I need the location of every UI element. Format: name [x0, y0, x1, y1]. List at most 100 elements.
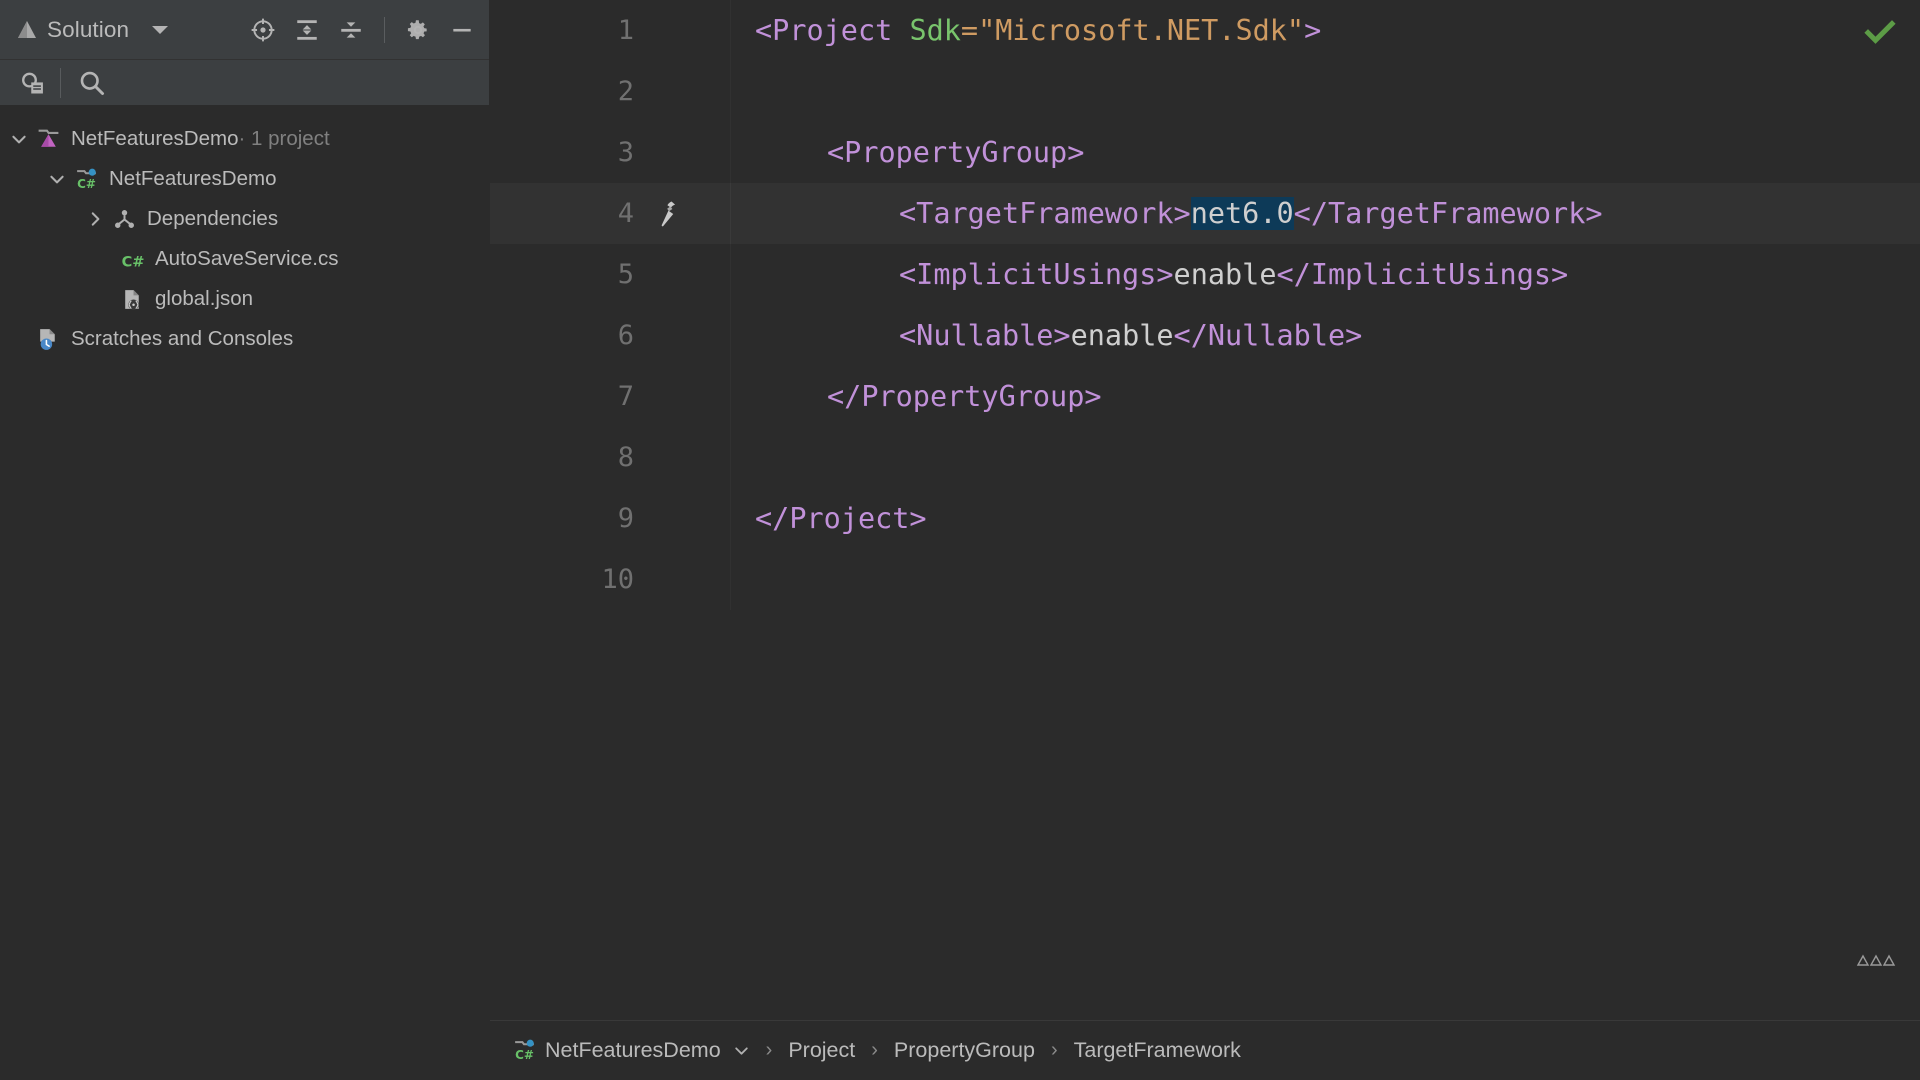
- breadcrumb-item-project[interactable]: Project: [788, 1038, 855, 1063]
- csharp-file-icon: C#: [118, 247, 146, 272]
- tree-item-label: NetFeaturesDemo: [109, 167, 277, 190]
- line-number: 4: [617, 198, 634, 229]
- selected-text[interactable]: net6.0: [1190, 197, 1294, 230]
- svg-text:C#: C#: [121, 253, 144, 270]
- line-number: 3: [617, 137, 634, 168]
- line-gutter[interactable]: 8: [490, 427, 730, 488]
- line-gutter[interactable]: 7: [490, 366, 730, 427]
- editor-line-list: 1 <Project Sdk="Microsoft.NET.Sdk"> 2 3 …: [490, 0, 1920, 1020]
- line-number: 6: [617, 320, 634, 351]
- search-icon[interactable]: [73, 64, 111, 102]
- tree-item-global-json[interactable]: global.json: [0, 279, 489, 319]
- inspection-ok-check-icon[interactable]: [1862, 14, 1898, 50]
- solution-explorer-panel: Solution NetFeaturesDemo · 1 project C# …: [0, 0, 490, 1020]
- tree-item-solution-root[interactable]: NetFeaturesDemo · 1 project: [0, 119, 489, 159]
- line-code-area[interactable]: <Project Sdk="Microsoft.NET.Sdk">: [730, 0, 1920, 61]
- editor-line[interactable]: 3 <PropertyGroup>: [490, 122, 1920, 183]
- token-tag: <ImplicitUsings>: [899, 258, 1174, 291]
- token-text: enable: [1070, 319, 1174, 352]
- token-tag: </TargetFramework>: [1293, 197, 1603, 230]
- editor-line[interactable]: 1 <Project Sdk="Microsoft.NET.Sdk">: [490, 0, 1920, 61]
- line-number: 9: [617, 503, 634, 534]
- line-code-area[interactable]: <PropertyGroup>: [730, 122, 1920, 183]
- tree-item-label: global.json: [155, 287, 254, 310]
- editor-line[interactable]: 5 <ImplicitUsings>enable</ImplicitUsings…: [490, 244, 1920, 305]
- line-code-area[interactable]: <ImplicitUsings>enable</ImplicitUsings>: [730, 244, 1920, 305]
- hide-panel-icon[interactable]: [445, 13, 479, 47]
- line-gutter[interactable]: 1: [490, 0, 730, 61]
- build-hammer-icon[interactable]: [638, 197, 698, 231]
- tree-item-label: AutoSaveService.cs: [155, 247, 339, 270]
- csharp-project-icon: C#: [510, 1038, 538, 1063]
- line-gutter[interactable]: 9: [490, 488, 730, 549]
- line-number: 7: [617, 381, 634, 412]
- code-editor[interactable]: 1 <Project Sdk="Microsoft.NET.Sdk"> 2 3 …: [490, 0, 1920, 1020]
- token-attribute: Sdk: [909, 14, 961, 47]
- token-tag: <Nullable>: [899, 319, 1071, 352]
- editor-line-current[interactable]: 4 <TargetFramework>net6.0</TargetFramewo…: [490, 183, 1920, 244]
- expand-all-icon[interactable]: [290, 13, 324, 47]
- token-tag: </ImplicitUsings>: [1276, 258, 1569, 291]
- chevron-down-icon[interactable]: [152, 25, 169, 34]
- tree-item-dependencies[interactable]: Dependencies: [0, 199, 489, 239]
- line-code-area[interactable]: [730, 61, 1920, 122]
- line-code-area[interactable]: </PropertyGroup>: [730, 366, 1920, 427]
- chevron-expanded-icon[interactable]: [42, 170, 72, 188]
- tree-item-autosaveservice-cs[interactable]: C# AutoSaveService.cs: [0, 239, 489, 279]
- breadcrumb-item-propertygroup[interactable]: PropertyGroup: [894, 1038, 1035, 1063]
- solution-view-icon[interactable]: [14, 64, 52, 102]
- settings-gear-icon[interactable]: [401, 13, 435, 47]
- line-code-area[interactable]: <TargetFramework>net6.0</TargetFramework…: [730, 183, 1920, 244]
- tree-item-project[interactable]: C# NetFeaturesDemo: [0, 159, 489, 199]
- rider-ide-window: Solution NetFeaturesDemo · 1 project C# …: [0, 0, 1920, 1080]
- chevron-collapsed-icon[interactable]: [80, 210, 110, 228]
- editor-line[interactable]: 8: [490, 427, 1920, 488]
- code-text: <Nullable>enable</Nullable>: [899, 319, 1362, 352]
- breadcrumb-separator: ›: [1050, 1039, 1058, 1061]
- collapse-all-icon[interactable]: [334, 13, 368, 47]
- code-text: <ImplicitUsings>enable</ImplicitUsings>: [899, 258, 1568, 291]
- solution-title-group[interactable]: Solution: [16, 17, 169, 43]
- line-code-area[interactable]: [730, 549, 1920, 610]
- line-number: 10: [601, 564, 634, 595]
- editor-line[interactable]: 10: [490, 549, 1920, 610]
- line-gutter[interactable]: 4: [490, 183, 730, 244]
- line-code-area[interactable]: </Project>: [730, 488, 1920, 549]
- locate-in-solution-icon[interactable]: [246, 13, 280, 47]
- token-tag: >: [1304, 14, 1322, 47]
- tree-item-scratches-and-consoles[interactable]: Scratches and Consoles: [0, 319, 489, 359]
- chevron-expanded-icon[interactable]: [4, 130, 34, 148]
- line-gutter[interactable]: 2: [490, 61, 730, 122]
- breadcrumb-separator: ›: [871, 1039, 878, 1061]
- breadcrumb-bar-wrapper: C# NetFeaturesDemo › Project › PropertyG…: [0, 1020, 1920, 1080]
- line-number: 8: [617, 442, 634, 473]
- token-tag: </Project>: [755, 502, 927, 535]
- line-number: 1: [617, 15, 634, 46]
- line-code-area[interactable]: [730, 427, 1920, 488]
- token-tag: <TargetFramework>: [899, 197, 1191, 230]
- line-code-area[interactable]: <Nullable>enable</Nullable>: [730, 305, 1920, 366]
- chevron-down-icon[interactable]: [733, 1042, 750, 1059]
- breadcrumb-item-targetframework[interactable]: TargetFramework: [1074, 1038, 1241, 1063]
- svg-text:C#: C#: [515, 1048, 534, 1062]
- editor-marker-stripe[interactable]: [1856, 952, 1902, 968]
- breadcrumb-item-file[interactable]: C# NetFeaturesDemo: [510, 1038, 750, 1063]
- editor-line[interactable]: 9 </Project>: [490, 488, 1920, 549]
- main-area: Solution NetFeaturesDemo · 1 project C# …: [0, 0, 1920, 1020]
- token-value: ="Microsoft.NET.Sdk": [960, 14, 1305, 47]
- line-gutter[interactable]: 6: [490, 305, 730, 366]
- solution-toolbar: [246, 13, 479, 47]
- editor-line[interactable]: 7 </PropertyGroup>: [490, 366, 1920, 427]
- json-file-icon: [118, 287, 146, 312]
- code-text: <TargetFramework>net6.0</TargetFramework…: [899, 197, 1603, 230]
- code-text: <Project Sdk="Microsoft.NET.Sdk">: [755, 14, 1321, 47]
- breadcrumb: C# NetFeaturesDemo › Project › PropertyG…: [490, 1020, 1920, 1080]
- line-gutter[interactable]: 5: [490, 244, 730, 305]
- search-divider: [60, 67, 61, 98]
- line-gutter[interactable]: 3: [490, 122, 730, 183]
- editor-line[interactable]: 6 <Nullable>enable</Nullable>: [490, 305, 1920, 366]
- editor-line[interactable]: 2: [490, 61, 1920, 122]
- tree-item-label: NetFeaturesDemo: [71, 127, 239, 150]
- line-gutter[interactable]: 10: [490, 549, 730, 610]
- line-number: 2: [617, 76, 634, 107]
